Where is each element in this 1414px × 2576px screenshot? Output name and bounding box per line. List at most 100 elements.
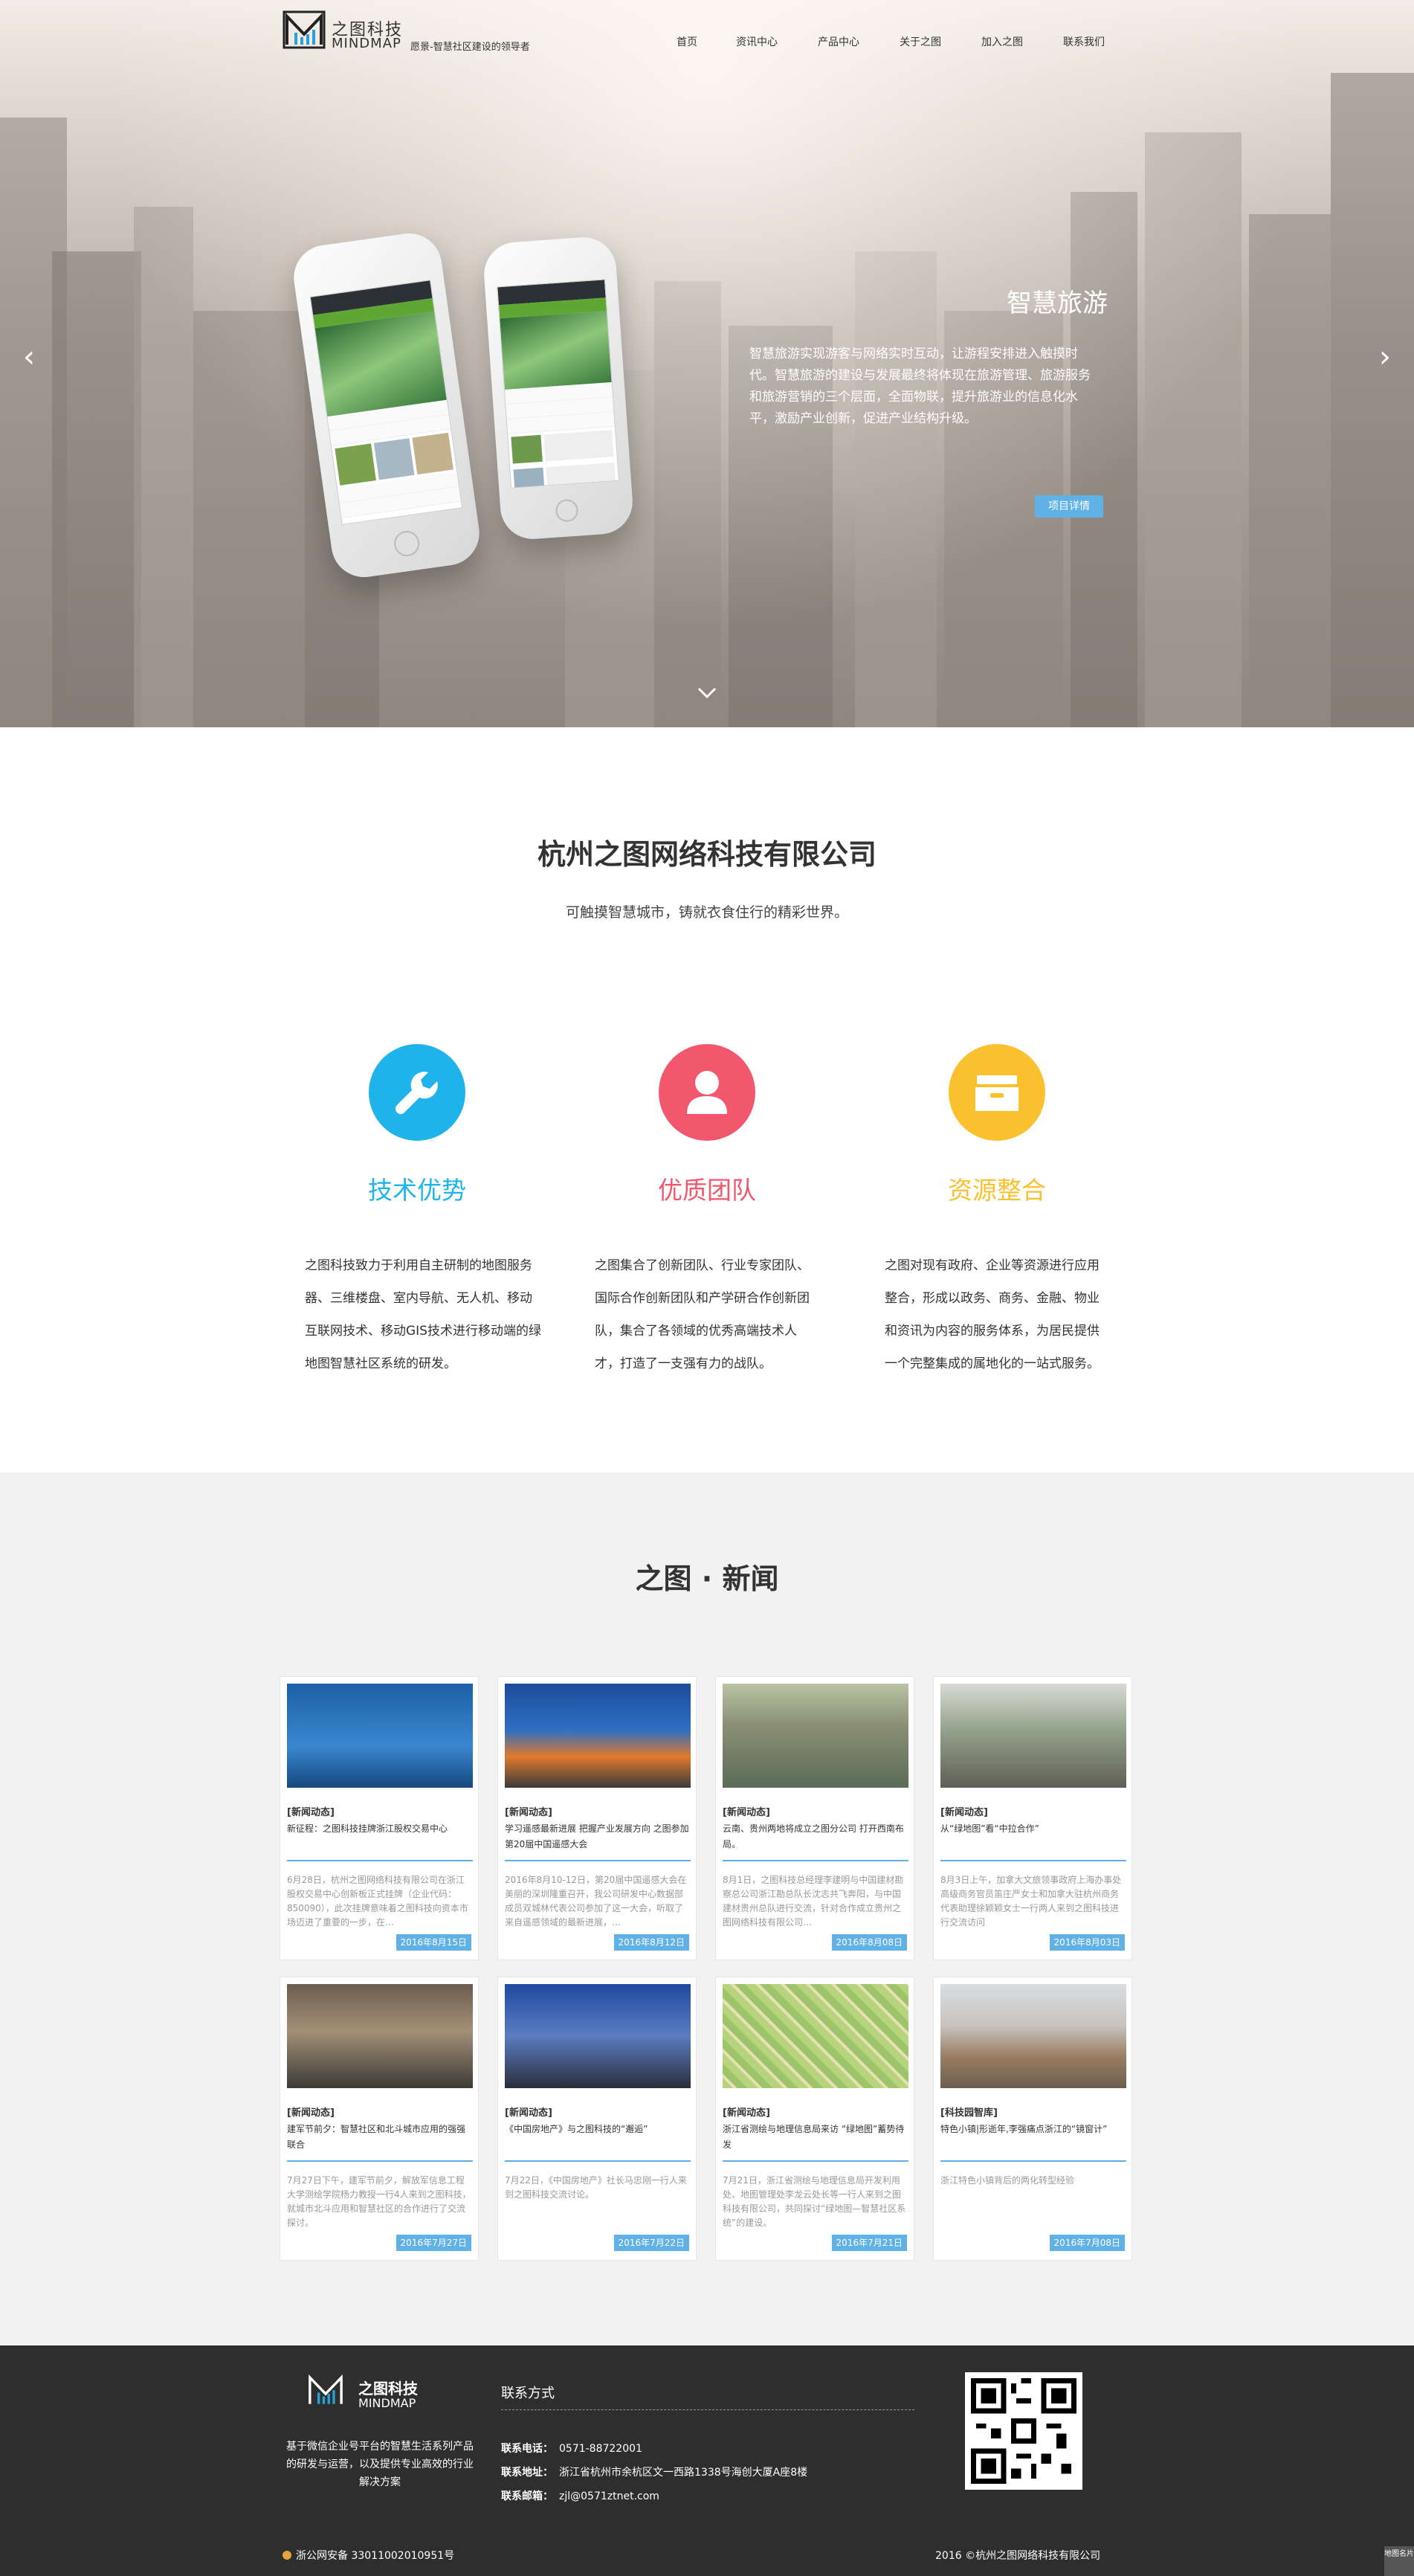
news-category: [新闻动态] [940, 1807, 988, 1818]
person-icon [659, 1044, 755, 1141]
news-category: [新闻动态] [287, 1807, 335, 1818]
news-divider [505, 1860, 691, 1861]
news-card[interactable]: [新闻动态] 浙江省测绘与地理信息局来访 “绿地图”蓄势待发 7月21日，浙江省测绘… [715, 1977, 914, 2261]
project-detail-button[interactable]: 项目详情 [1035, 495, 1103, 518]
news-divider [287, 1860, 473, 1861]
nav-about[interactable]: 关于之图 [900, 34, 941, 49]
news-excerpt: 7月27日下午，建军节前夕，解放军信息工程大学测绘学院杨力教授一行4人来到之图科… [287, 2175, 471, 2228]
news-thumbnail[interactable] [287, 1684, 473, 1788]
hero-description: 智慧旅游实现游客与网络实时互动，让游程安排进入触摸时代。智慧旅游的建设与发展最终… [749, 347, 1091, 426]
mindmap-logo-icon[interactable] [283, 10, 326, 49]
scroll-down-icon[interactable] [696, 684, 718, 702]
feature-text-resources: 之图对现有政府、企业等资源进行应用整合，形成以政务、商务、金融、物业和资讯为内容… [885, 1258, 1100, 1371]
news-headline[interactable]: 新征程：之图科技挂牌浙江股权交易中心 [287, 1821, 473, 1854]
carousel-next-icon[interactable]: › [1374, 342, 1396, 372]
news-thumbnail[interactable] [287, 1984, 473, 2088]
police-badge-icon [283, 2551, 291, 2560]
news-card[interactable]: [新闻动态] 建军节前夕：智慧社区和北斗城市应用的强强联合 7月27日下午，建军节前… [280, 1977, 479, 2261]
news-excerpt: 8月1日，之图科技总经理李建明与中国建材勘察总公司浙江勘总队长沈志共飞奔阳，与中… [723, 1875, 904, 1928]
news-excerpt: 2016年8月10-12日，第20届中国遥感大会在美丽的深圳隆重召开，我公司研发… [505, 1875, 687, 1928]
news-thumbnail[interactable] [505, 1984, 691, 2088]
news-date-badge: 2016年7月08日 [1049, 2235, 1125, 2251]
news-headline[interactable]: 云南、贵州两地将成立之图分公司 打开西南布局。 [723, 1821, 908, 1854]
company-tagline: 可触摸智慧城市，铸就衣食住行的精彩世界。 [565, 904, 848, 921]
news-headline[interactable]: 特色小镇|形逝年,李强痛点浙江的“镜窗计” [940, 2122, 1126, 2154]
news-excerpt: 6月28日，杭州之图网络科技有限公司在浙江股权交易中心创新板正式挂牌（企业代码：… [287, 1875, 468, 1928]
footer-email-label: 联系邮箱： [501, 2490, 553, 2502]
news-date-badge: 2016年8月12日 [613, 1934, 689, 1951]
footer-icp-text: 浙公网安备 33011002010951号 [296, 2550, 455, 2562]
news-category: [新闻动态] [723, 1807, 770, 1818]
footer [0, 2345, 1414, 2576]
nav-home[interactable]: 首页 [677, 34, 697, 49]
news-excerpt: 浙江特色小镇背后的两化转型经验 [940, 2175, 1075, 2186]
news-headline[interactable]: 浙江省测绘与地理信息局来访 “绿地图”蓄势待发 [723, 2122, 908, 2154]
feature-text-tech: 之图科技致力于利用自主研制的地图服务器、三维楼盘、室内导航、无人机、移动互联网技… [305, 1258, 541, 1371]
news-card[interactable]: [新闻动态] 《中国房地产》与之图科技的“邂逅” 7月22日，《中国房地产》社长马忠… [497, 1977, 697, 2261]
top-navigation: 之图科技 MINDMAP 愿景-智慧社区建设的领导者 首页 资讯中心 产品中心 … [0, 0, 1414, 64]
news-card[interactable]: [新闻动态] 从“绿地图”看“中拉合作” 8月3日上午，加拿大文旅领事政府上海办事处… [933, 1676, 1132, 1960]
footer-phone-label: 联系电话： [501, 2443, 553, 2455]
company-name-heading: 杭州之图网络科技有限公司 [537, 838, 877, 871]
footer-email-value[interactable]: zjl@0571ztnet.com [559, 2490, 659, 2502]
news-category: [新闻动态] [505, 1807, 552, 1818]
news-heading: 之图 · 新闻 [635, 1562, 779, 1595]
news-excerpt: 8月3日上午，加拿大文旅领事政府上海办事处高级商务官员笛庄严女士和加拿大驻杭州商… [940, 1875, 1122, 1928]
nav-contact[interactable]: 联系我们 [1063, 34, 1105, 49]
footer-phone-value: 0571-88722001 [559, 2443, 642, 2455]
footer-address: 联系地址： 浙江省杭州市余杭区文一西路1338号海创大厦A座8楼 [501, 2464, 807, 2479]
hero-title: 智慧旅游 [1007, 289, 1108, 318]
carousel-prev-icon[interactable]: ‹ [18, 342, 40, 372]
news-divider [723, 1860, 908, 1861]
news-thumbnail[interactable] [723, 1684, 908, 1788]
news-thumbnail[interactable] [505, 1684, 691, 1788]
nav-news-center[interactable]: 资讯中心 [736, 34, 778, 49]
news-section [0, 1472, 1414, 2345]
news-divider [940, 1860, 1126, 1861]
news-headline[interactable]: 建军节前夕：智慧社区和北斗城市应用的强强联合 [287, 2122, 473, 2154]
news-headline[interactable]: 从“绿地图”看“中拉合作” [940, 1821, 1126, 1854]
news-date-badge: 2016年7月22日 [613, 2235, 689, 2251]
news-divider [505, 2160, 691, 2162]
footer-logo-en: MINDMAP [358, 2396, 416, 2410]
news-headline[interactable]: 《中国房地产》与之图科技的“邂逅” [505, 2122, 691, 2154]
footer-logo-cn: 之图科技 [358, 2380, 418, 2398]
news-date-badge: 2016年8月03日 [1049, 1934, 1125, 1951]
footer-description: 基于微信企业号平台的智慧生活系列产品的研发与运营，以及提供专业高效的行业解决方案 [286, 2441, 474, 2488]
news-thumbnail[interactable] [940, 1684, 1126, 1788]
news-card[interactable]: [科技园智库] 特色小镇|形逝年,李强痛点浙江的“镜窗计” 浙江特色小镇背后的两化转… [933, 1977, 1132, 2261]
footer-logo-icon[interactable] [305, 2374, 346, 2406]
feature-title-resources: 资源整合 [948, 1176, 1046, 1205]
logo-slogan: 愿景-智慧社区建设的领导者 [410, 42, 530, 53]
news-card[interactable]: [新闻动态] 云南、贵州两地将成立之图分公司 打开西南布局。 8月1日，之图科技总经… [715, 1676, 914, 1960]
news-divider [940, 2160, 1126, 2162]
feature-text-team: 之图集合了创新团队、行业专家团队、国际合作创新团队和产学研合作创新团队，集合了各… [595, 1258, 810, 1371]
footer-address-label: 联系地址： [501, 2467, 553, 2479]
news-divider [723, 2160, 908, 2162]
news-category: [科技园智库] [940, 2108, 998, 2119]
footer-divider [501, 2409, 914, 2410]
footer-phone: 联系电话： 0571-88722001 [501, 2441, 642, 2456]
news-date-badge: 2016年8月08日 [831, 1934, 907, 1951]
news-thumbnail[interactable] [723, 1984, 908, 2088]
nav-join[interactable]: 加入之图 [981, 34, 1023, 49]
wrench-icon [369, 1044, 465, 1141]
news-headline[interactable]: 学习遥感最新进展 把握产业发展方向 之图参加第20届中国遥感大会 [505, 1821, 691, 1854]
news-card[interactable]: [新闻动态] 新征程：之图科技挂牌浙江股权交易中心 6月28日，杭州之图网络科技有限… [280, 1676, 479, 1960]
logo-text-en[interactable]: MINDMAP [332, 36, 401, 51]
news-thumbnail[interactable] [940, 1984, 1126, 2088]
feature-title-tech: 技术优势 [368, 1176, 466, 1205]
footer-email: 联系邮箱： zjl@0571ztnet.com [501, 2488, 659, 2503]
nav-products[interactable]: 产品中心 [818, 34, 859, 49]
feature-title-team: 优质团队 [658, 1176, 756, 1205]
news-date-badge: 2016年7月27日 [396, 2235, 471, 2251]
news-category: [新闻动态] [287, 2108, 335, 2119]
news-card[interactable]: [新闻动态] 学习遥感最新进展 把握产业发展方向 之图参加第20届中国遥感大会 20… [497, 1676, 697, 1960]
news-date-badge: 2016年7月21日 [831, 2235, 907, 2251]
side-badge[interactable]: 地图名片 [1384, 2546, 1414, 2576]
qr-code [965, 2372, 1082, 2490]
hero-banner: 之图科技 MINDMAP 愿景-智慧社区建设的领导者 首页 资讯中心 产品中心 … [0, 0, 1414, 727]
footer-icp[interactable]: 浙公网安备 33011002010951号 [283, 2548, 454, 2563]
news-category: [新闻动态] [723, 2108, 770, 2119]
news-date-badge: 2016年8月15日 [396, 1934, 471, 1951]
